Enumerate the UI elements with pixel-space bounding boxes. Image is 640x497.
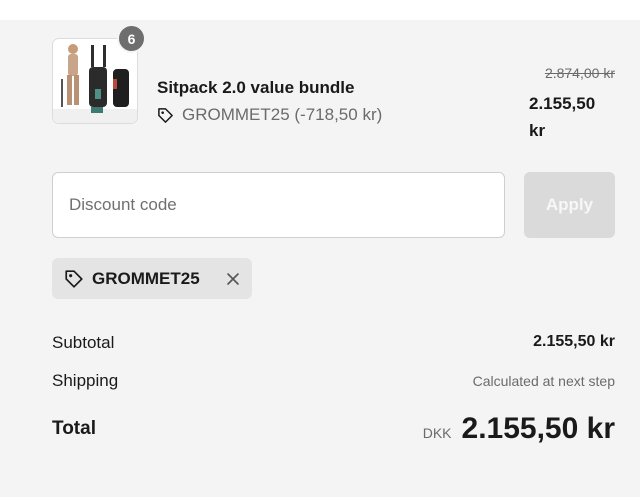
product-discount: GROMMET25 (-718,50 kr) [157,105,382,125]
header-strip [0,0,640,20]
subtotal-value: 2.155,50 kr [533,333,615,350]
original-price: 2.874,00 kr [544,65,615,81]
current-price: 2.155,50 kr [529,94,596,140]
product-discount-text: GROMMET25 (-718,50 kr) [182,105,383,124]
product-name: Sitpack 2.0 value bundle [157,78,355,97]
close-icon [227,272,239,285]
total-label: Total [52,418,96,439]
quantity-badge: 6 [117,24,146,53]
applied-code-label: GROMMET25 [92,268,200,288]
applied-discount-chip: GROMMET25 [52,258,252,299]
currency-code: DKK [422,425,452,441]
total-price: DKK 2.155,50 kr [423,412,615,446]
shipping-label: Shipping [52,371,119,390]
shipping-value: Calculated at next step [472,373,615,389]
total-amount: 2.155,50 kr [461,412,615,445]
apply-button[interactable]: Apply [524,172,615,238]
tag-icon [65,269,83,288]
remove-discount-button[interactable] [226,272,240,286]
subtotal-label: Subtotal [52,333,115,352]
tag-icon [158,107,173,123]
line-item: 6 Sitpack 2.0 value bundle GROMMET25 (-7… [52,24,615,148]
discount-code-input[interactable] [52,172,505,238]
